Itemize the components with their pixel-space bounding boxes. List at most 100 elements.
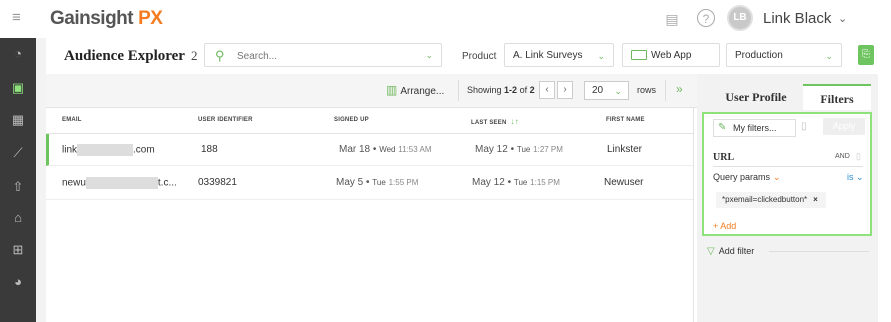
email-cell[interactable]: link .com [62, 144, 155, 156]
column-header-user-identifier[interactable]: USER IDENTIFIER [198, 117, 253, 123]
logo[interactable]: Gainsight PX [50, 8, 163, 30]
query-params-label: Query params [713, 172, 771, 182]
page-title-text: Audience Explorer [64, 48, 185, 64]
table-header-row: EMAIL USER IDENTIFIER SIGNED UP LAST SEE… [46, 108, 693, 134]
left-nav: ◔ ▣ ▦ ⟋ ⇧ ⌂ ⊞ ◕ [0, 38, 36, 322]
prev-page-button[interactable]: ‹ [539, 81, 555, 99]
help-icon[interactable]: ? [697, 9, 715, 27]
chat-icon[interactable]: ▤ [664, 11, 680, 27]
sort-icon[interactable]: ↓↑ [510, 117, 518, 126]
signed-up-time: 11:53 AM [398, 145, 432, 154]
is-operator-select[interactable]: is ⌄ [847, 172, 864, 183]
is-operator-label: is [847, 172, 854, 182]
hierarchy-icon[interactable]: ⊞ [8, 240, 28, 260]
chevron-down-icon[interactable]: ⌄ [425, 50, 433, 61]
and-operator-label[interactable]: AND [835, 153, 850, 160]
environment-select[interactable]: Production ⌄ [726, 43, 842, 67]
apply-button[interactable]: Apply [823, 118, 865, 135]
search-box[interactable]: ⚲ ⌄ [204, 43, 442, 67]
right-panel: User Profile Filters ✎ My filters... ▯ A… [697, 74, 891, 322]
table-toolbar: ▥ Arrange... Showing 1-2 of 2 ‹ › 20 ⌄ ro… [46, 74, 697, 108]
trash-icon[interactable]: ▯ [801, 121, 807, 132]
avatar[interactable]: LB [727, 5, 753, 31]
column-header-signed-up[interactable]: SIGNED UP [334, 117, 369, 123]
edit-icon: ✎ [718, 122, 727, 133]
close-icon[interactable]: × [813, 195, 818, 204]
chevron-down-icon[interactable]: ⌄ [838, 12, 847, 25]
dashboard-icon[interactable]: ◔ [8, 44, 28, 64]
first-name-cell: Linkster [607, 144, 643, 155]
first-name-cell: Newuser [604, 177, 644, 188]
result-count: 2 [190, 48, 198, 63]
last-seen-cell: May 12 • Tue 1:15 PM [472, 177, 560, 188]
email-end: t.c... [157, 177, 177, 189]
tab-user-profile[interactable]: User Profile [709, 84, 803, 108]
filter-value-text: *pxemail=clickedbutton* [722, 195, 808, 204]
rocket-icon[interactable]: ⇧ [8, 177, 28, 197]
last-seen-time: 1:15 PM [530, 178, 560, 187]
signed-up-date: May 5 [336, 177, 364, 188]
product-label: Product [462, 51, 497, 62]
page-title: Audience Explorer 2 [64, 48, 197, 65]
add-filter-label: Add filter [718, 246, 755, 256]
signed-up-cell: May 5 • Tue 1:55 PM [336, 177, 419, 188]
bookmark-button[interactable]: ⎘ [858, 45, 874, 65]
table-row[interactable]: newu t.c... 0339821 May 5 • Tue 1:55 PM M… [46, 167, 693, 200]
pie-chart-icon[interactable]: ◕ [8, 272, 28, 292]
column-header-last-seen[interactable]: LAST SEEN ↓↑ [471, 117, 519, 126]
email-end: .com [133, 144, 155, 156]
my-filters-button[interactable]: ✎ My filters... [713, 119, 796, 137]
user-name[interactable]: Link Black [763, 10, 831, 27]
signed-up-dow: Tue [372, 178, 386, 187]
showing-of: of [519, 85, 528, 95]
table-row[interactable]: link .com 188 Mar 18 • Wed 11:53 AM May 1… [46, 134, 693, 166]
email-cell[interactable]: newu t.c... [62, 177, 177, 189]
logo-main: Gainsight [50, 8, 134, 29]
add-filter-button[interactable]: ▽ Add filter [707, 246, 754, 257]
rows-per-page-value: 20 [592, 85, 604, 96]
column-header-first-name[interactable]: FIRST NAME [606, 117, 645, 123]
rows-per-page-select[interactable]: 20 ⌄ [584, 81, 629, 100]
last-seen-dow: Tue [513, 178, 528, 187]
showing-range: 1-2 [504, 85, 518, 95]
redacted-block [77, 144, 134, 156]
pagination-info: Showing 1-2 of 2 [467, 85, 535, 95]
filter-box: ✎ My filters... ▯ Apply URL AND ▯ Query … [702, 112, 872, 236]
product-select[interactable]: A. Link Surveys ⌄ [504, 43, 614, 67]
people-icon[interactable]: ▣ [8, 78, 28, 98]
calendar-icon[interactable]: ▦ [8, 110, 28, 130]
users-table: EMAIL USER IDENTIFIER SIGNED UP LAST SEE… [46, 108, 694, 322]
environment-select-value: Production [735, 50, 783, 61]
expand-panel-icon[interactable]: » [676, 82, 683, 96]
graduation-cap-icon[interactable]: ⌂ [8, 208, 28, 228]
divider [769, 251, 869, 252]
last-seen-date: May 12 [475, 144, 508, 155]
product-select-value: A. Link Surveys [513, 50, 583, 61]
tab-filters[interactable]: Filters [803, 84, 871, 110]
my-filters-label: My filters... [733, 123, 777, 133]
chevron-down-icon: ⌄ [856, 172, 864, 182]
top-bar: ≡ Gainsight PX ▤ ? LB Link Black ⌄ [0, 0, 891, 39]
column-header-email[interactable]: EMAIL [62, 117, 82, 123]
arrange-button[interactable]: ▥ Arrange... [386, 83, 444, 97]
chevron-down-icon: ⌄ [825, 51, 833, 61]
query-params-select[interactable]: Query params ⌄ [713, 172, 781, 183]
last-seen-date: May 12 [472, 177, 505, 188]
arrange-label: Arrange... [400, 86, 445, 97]
filter-icon: ▽ [707, 246, 715, 257]
email-start: newu [62, 177, 86, 189]
logo-accent: PX [138, 8, 163, 29]
signed-up-cell: Mar 18 • Wed 11:53 AM [339, 144, 432, 155]
showing-prefix: Showing [467, 85, 502, 95]
trash-icon[interactable]: ▯ [856, 151, 861, 162]
email-start: link [62, 144, 78, 156]
app-select[interactable]: Web App [622, 43, 720, 67]
menu-icon[interactable]: ≡ [12, 10, 28, 26]
user-id-cell: 188 [201, 144, 218, 155]
rows-label: rows [637, 85, 657, 95]
web-app-icon [631, 50, 647, 61]
search-input[interactable] [235, 47, 409, 65]
add-condition-button[interactable]: + Add [713, 221, 736, 231]
next-page-button[interactable]: › [557, 81, 573, 99]
analytics-icon[interactable]: ⟋ [8, 143, 28, 163]
